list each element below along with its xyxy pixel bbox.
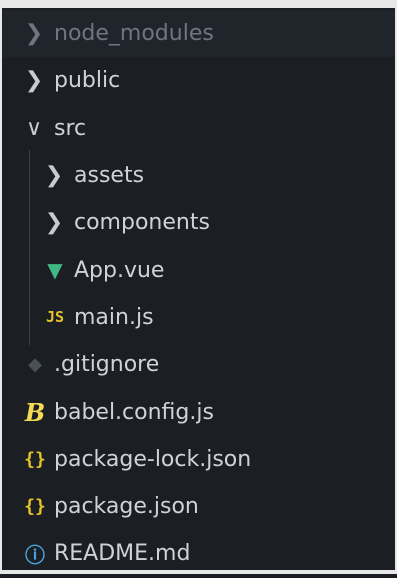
file-explorer: ❯ node_modules ❯ public ∨ src ❯ assets ❯… (0, 0, 397, 574)
tree-item-package-lock[interactable]: {} package-lock.json (2, 436, 395, 483)
chevron-down-icon: ∨ (25, 115, 43, 141)
tree-item-components[interactable]: ❯ components (2, 199, 395, 246)
tree-item-label: babel.config.js (54, 399, 214, 425)
chevron-right-icon: ❯ (44, 210, 64, 236)
babel-icon: B (24, 397, 46, 427)
json-icon: {} (24, 496, 46, 518)
tree-item-label: App.vue (74, 257, 165, 283)
tree-item-assets[interactable]: ❯ assets (2, 152, 395, 199)
tree-item-package-json[interactable]: {} package.json (2, 483, 395, 530)
js-icon: JS (45, 308, 65, 327)
tree-item-main-js[interactable]: JS main.js (2, 294, 395, 341)
tree-item-label: assets (74, 163, 145, 189)
tree-item-node-modules[interactable]: ❯ node_modules (2, 10, 395, 58)
tree-item-label: main.js (74, 304, 154, 330)
tree-item-gitignore[interactable]: ◆ .gitignore (2, 341, 395, 388)
git-icon: ◆ (28, 354, 42, 376)
file-tree: ❯ node_modules ❯ public ∨ src ❯ assets ❯… (2, 10, 395, 578)
tree-item-label: public (54, 68, 121, 94)
chevron-right-icon: ❯ (24, 68, 44, 94)
chevron-right-icon: ❯ (44, 163, 64, 189)
chevron-right-icon: ❯ (24, 21, 44, 47)
tree-item-public[interactable]: ❯ public (2, 57, 395, 104)
vue-icon: ▼ (47, 258, 63, 283)
tree-item-label: package.json (54, 494, 199, 520)
info-icon: ⓘ (25, 543, 45, 568)
tree-item-label: .gitignore (54, 352, 160, 378)
tree-item-label: README.md (54, 541, 191, 567)
tree-item-label: components (74, 210, 210, 236)
tree-item-babel-config[interactable]: B babel.config.js (2, 388, 395, 435)
tree-item-app-vue[interactable]: ▼ App.vue (2, 246, 395, 293)
tree-item-label: node_modules (54, 21, 214, 47)
bottom-border (2, 570, 395, 574)
tree-item-label: src (54, 115, 87, 141)
tree-item-src[interactable]: ∨ src (2, 105, 395, 152)
top-border (2, 0, 395, 8)
tree-item-label: package-lock.json (54, 446, 252, 472)
json-icon: {} (24, 448, 46, 470)
